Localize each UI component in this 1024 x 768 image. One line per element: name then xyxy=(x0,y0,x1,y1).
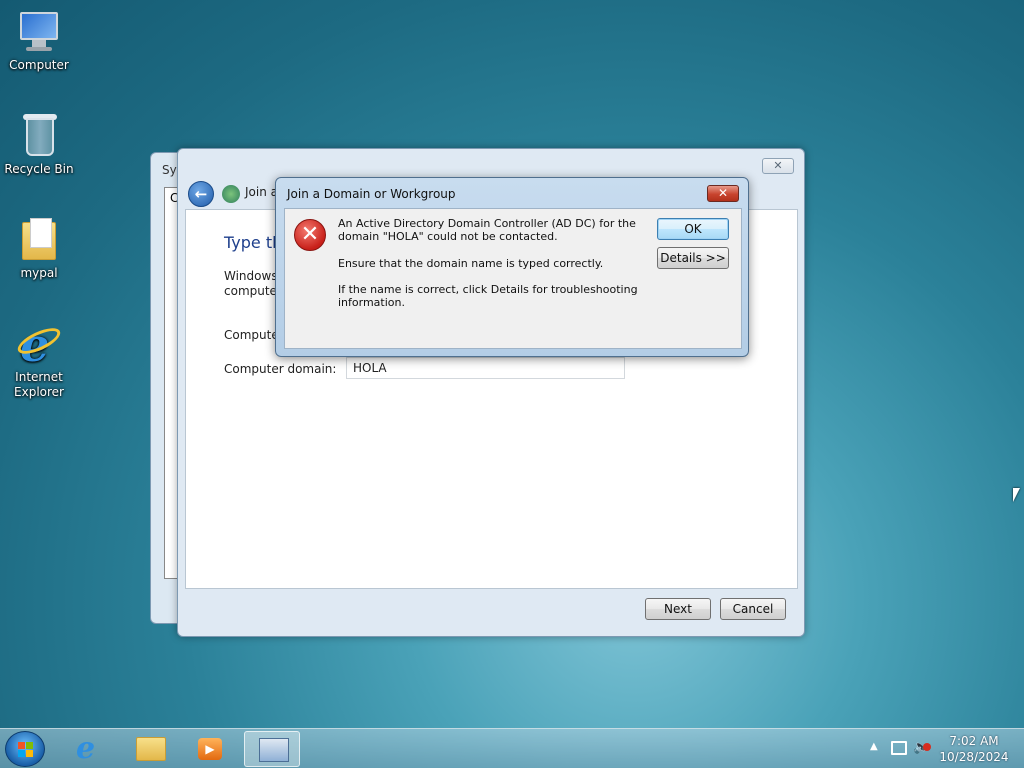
internet-explorer-icon: e xyxy=(14,320,64,368)
dialog-body: ✕ An Active Directory Domain Controller … xyxy=(284,208,742,349)
wizard-heading: Type th xyxy=(224,233,283,252)
taskbar-media-player[interactable]: ▶ xyxy=(182,731,238,767)
mouse-cursor-icon xyxy=(1013,488,1020,502)
file-explorer-icon xyxy=(136,737,166,761)
taskbar: e ▶ ▲ 🔈 7:02 AM 10/28/2024 xyxy=(0,728,1024,768)
dialog-title: Join a Domain or Workgroup xyxy=(287,187,456,201)
system-properties-icon xyxy=(259,738,289,762)
computer-domain-input[interactable]: HOLA xyxy=(346,357,625,379)
desktop-icon-label: mypal xyxy=(20,266,58,280)
taskbar-system-properties[interactable] xyxy=(244,731,300,767)
wizard-title: Join a xyxy=(245,185,278,199)
close-button[interactable]: ✕ xyxy=(762,158,794,174)
ok-button[interactable]: OK xyxy=(657,218,729,240)
back-arrow-icon[interactable]: ← xyxy=(188,181,214,207)
windows-logo-icon xyxy=(18,742,34,758)
error-details-hint: If the name is correct, click Details fo… xyxy=(338,283,638,309)
error-message: An Active Directory Domain Controller (A… xyxy=(338,217,636,243)
network-icon xyxy=(222,185,240,203)
desktop-icon-mypal[interactable]: mypal xyxy=(0,216,78,281)
folder-icon xyxy=(16,216,62,262)
cancel-button[interactable]: Cancel xyxy=(720,598,786,620)
desktop-icon-computer[interactable]: Computer xyxy=(0,8,78,73)
clock-time: 7:02 AM xyxy=(949,734,999,748)
desktop-icon-label: Computer xyxy=(9,58,69,72)
desktop-icon-label: Internet Explorer xyxy=(14,370,64,399)
error-hint: Ensure that the domain name is typed cor… xyxy=(338,257,604,270)
mute-indicator-icon xyxy=(923,743,931,751)
taskbar-file-explorer[interactable] xyxy=(122,731,178,767)
desktop-icon-internet-explorer[interactable]: e Internet Explorer xyxy=(0,320,78,400)
media-player-icon: ▶ xyxy=(198,738,222,760)
taskbar-internet-explorer[interactable]: e xyxy=(62,731,118,767)
next-button[interactable]: Next xyxy=(645,598,711,620)
clock-date: 10/28/2024 xyxy=(939,750,1009,764)
computer-domain-label: Computer domain: xyxy=(224,362,337,376)
dialog-close-button[interactable]: ✕ xyxy=(707,185,739,202)
desktop-icon-recycle-bin[interactable]: Recycle Bin xyxy=(0,112,78,177)
recycle-bin-icon xyxy=(16,112,62,158)
show-hidden-icons-icon[interactable]: ▲ xyxy=(870,741,878,752)
network-tray-icon[interactable] xyxy=(891,741,907,755)
error-icon: ✕ xyxy=(294,219,326,251)
computer-icon xyxy=(16,8,62,54)
wizard-footer: Next Cancel xyxy=(185,589,798,631)
internet-explorer-icon: e xyxy=(76,731,96,766)
start-button[interactable] xyxy=(5,731,45,767)
error-dialog[interactable]: Join a Domain or Workgroup ✕ ✕ An Active… xyxy=(275,177,749,357)
desktop-icon-label: Recycle Bin xyxy=(4,162,74,176)
clock[interactable]: 7:02 AM 10/28/2024 xyxy=(938,733,1010,765)
details-button[interactable]: Details >> xyxy=(657,247,729,269)
